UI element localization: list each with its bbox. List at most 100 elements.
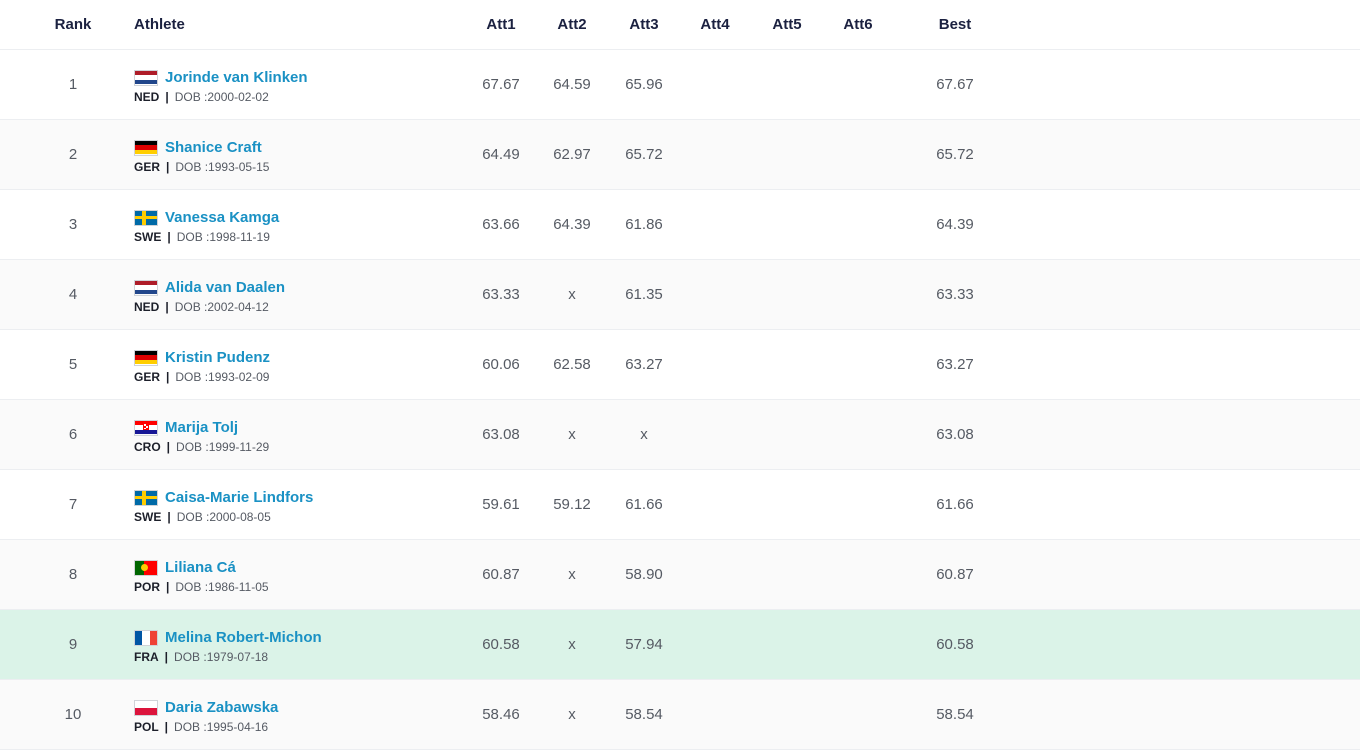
header-att1[interactable]: Att1 xyxy=(466,0,536,49)
att6-cell xyxy=(823,540,893,609)
country-code: GER xyxy=(134,369,161,384)
athlete-name-link[interactable]: Kristin Pudenz xyxy=(165,349,270,366)
athlete-meta: POR | DOB : 1986-11-05 xyxy=(134,580,269,594)
athlete-info: Daria Zabawska POL | DOB : 1995-04-16 xyxy=(134,680,278,749)
att4-cell xyxy=(680,190,750,259)
att6-cell xyxy=(823,260,893,329)
athlete-info: Caisa-Marie Lindfors SWE | DOB : 2000-08… xyxy=(134,470,313,539)
att3-cell: 61.66 xyxy=(625,496,663,513)
att3-cell: 61.86 xyxy=(625,216,663,233)
athlete-name-link[interactable]: Daria Zabawska xyxy=(165,699,278,716)
att1-cell: 63.66 xyxy=(482,216,520,233)
flag-fra-icon xyxy=(134,629,158,646)
att5-cell xyxy=(752,120,822,189)
header-att6[interactable]: Att6 xyxy=(823,0,893,49)
country-code: POR xyxy=(134,579,161,594)
table-row: 7 Caisa-Marie Lindfors SWE | DOB : 2000-… xyxy=(0,470,1360,540)
header-att4[interactable]: Att4 xyxy=(680,0,750,49)
att5-cell xyxy=(752,680,822,749)
flag-swe-icon xyxy=(134,489,158,506)
athlete-meta: SWE | DOB : 1998-11-19 xyxy=(134,230,279,244)
athlete-info: Melina Robert-Michon FRA | DOB : 1979-07… xyxy=(134,610,322,679)
att1-cell: 60.58 xyxy=(482,636,520,653)
rank-cell: 10 xyxy=(64,706,82,723)
athlete-meta: SWE | DOB : 2000-08-05 xyxy=(134,510,313,524)
dob-label: DOB : xyxy=(174,719,207,734)
meta-separator: | xyxy=(165,299,169,314)
athlete-name-line: Liliana Cá xyxy=(134,558,269,578)
rank-cell: 1 xyxy=(68,76,78,93)
att6-cell xyxy=(823,400,893,469)
header-rank[interactable]: Rank xyxy=(36,0,110,49)
att6-cell xyxy=(823,610,893,679)
athlete-name-link[interactable]: Caisa-Marie Lindfors xyxy=(165,489,313,506)
header-att5[interactable]: Att5 xyxy=(752,0,822,49)
att5-cell xyxy=(752,190,822,259)
meta-separator: | xyxy=(166,369,170,384)
dob-label: DOB : xyxy=(175,369,209,384)
rank-cell: 4 xyxy=(68,286,78,303)
country-code: SWE xyxy=(134,509,162,524)
athlete-meta: POL | DOB : 1995-04-16 xyxy=(134,720,278,734)
att3-cell: 58.90 xyxy=(625,566,663,583)
att3-cell: x xyxy=(640,426,648,443)
header-att2[interactable]: Att2 xyxy=(537,0,607,49)
athlete-name-line: Caisa-Marie Lindfors xyxy=(134,488,313,508)
athlete-cell: Shanice Craft GER | DOB : 1993-05-15 xyxy=(134,120,454,189)
dob-value: 1999-11-29 xyxy=(208,439,270,454)
flag-cro-icon xyxy=(134,419,158,436)
dob-label: DOB : xyxy=(176,509,210,524)
att4-cell xyxy=(680,260,750,329)
flag-por-icon xyxy=(134,559,158,576)
header-att3[interactable]: Att3 xyxy=(609,0,679,49)
athlete-name-link[interactable]: Alida van Daalen xyxy=(165,279,285,296)
athlete-name-link[interactable]: Shanice Craft xyxy=(165,139,262,156)
header-best[interactable]: Best xyxy=(915,0,995,49)
athlete-name-link[interactable]: Jorinde van Klinken xyxy=(165,69,308,86)
athlete-info: Kristin Pudenz GER | DOB : 1993-02-09 xyxy=(134,330,270,399)
att1-cell: 59.61 xyxy=(482,496,520,513)
best-cell: 67.67 xyxy=(936,76,974,93)
best-cell: 65.72 xyxy=(936,146,974,163)
dob-value: 2000-08-05 xyxy=(209,509,271,524)
rank-cell: 6 xyxy=(68,426,78,443)
athlete-meta: NED | DOB : 2002-04-12 xyxy=(134,300,285,314)
att5-cell xyxy=(752,400,822,469)
dob-label: DOB : xyxy=(174,649,207,664)
dob-value: 1986-11-05 xyxy=(208,579,269,594)
athlete-info: Jorinde van Klinken NED | DOB : 2000-02-… xyxy=(134,50,308,119)
athlete-cell: Melina Robert-Michon FRA | DOB : 1979-07… xyxy=(134,610,454,679)
athlete-name-link[interactable]: Liliana Cá xyxy=(165,559,236,576)
att4-cell xyxy=(680,680,750,749)
table-header: Rank Athlete Att1 Att2 Att3 Att4 Att5 At… xyxy=(0,0,1360,50)
meta-separator: | xyxy=(166,159,170,174)
athlete-name-link[interactable]: Melina Robert-Michon xyxy=(165,629,322,646)
athlete-meta: CRO | DOB : 1999-11-29 xyxy=(134,440,269,454)
athlete-name-link[interactable]: Marija Tolj xyxy=(165,419,238,436)
table-row: 5 Kristin Pudenz GER | DOB : 1993-02-09 … xyxy=(0,330,1360,400)
att5-cell xyxy=(752,540,822,609)
flag-ger-icon xyxy=(134,349,158,366)
att3-cell: 61.35 xyxy=(625,286,663,303)
athlete-name-link[interactable]: Vanessa Kamga xyxy=(165,209,279,226)
athlete-cell: Kristin Pudenz GER | DOB : 1993-02-09 xyxy=(134,330,454,399)
dob-label: DOB : xyxy=(176,439,209,454)
att3-cell: 65.96 xyxy=(625,76,663,93)
att6-cell xyxy=(823,120,893,189)
att3-cell: 63.27 xyxy=(625,356,663,373)
att4-cell xyxy=(680,50,750,119)
meta-separator: | xyxy=(167,229,171,244)
athlete-cell: Jorinde van Klinken NED | DOB : 2000-02-… xyxy=(134,50,454,119)
att1-cell: 63.08 xyxy=(482,426,520,443)
dob-label: DOB : xyxy=(174,89,208,104)
header-athlete[interactable]: Athlete xyxy=(134,0,454,49)
table-row: 1 Jorinde van Klinken NED | DOB : 2000-0… xyxy=(0,50,1360,120)
country-code: POL xyxy=(134,719,159,734)
att6-cell xyxy=(823,190,893,259)
athlete-name-line: Jorinde van Klinken xyxy=(134,68,308,88)
att4-cell xyxy=(680,330,750,399)
dob-value: 2000-02-02 xyxy=(207,89,269,104)
att6-cell xyxy=(823,680,893,749)
att1-cell: 58.46 xyxy=(482,706,520,723)
flag-ned-icon xyxy=(134,69,158,86)
